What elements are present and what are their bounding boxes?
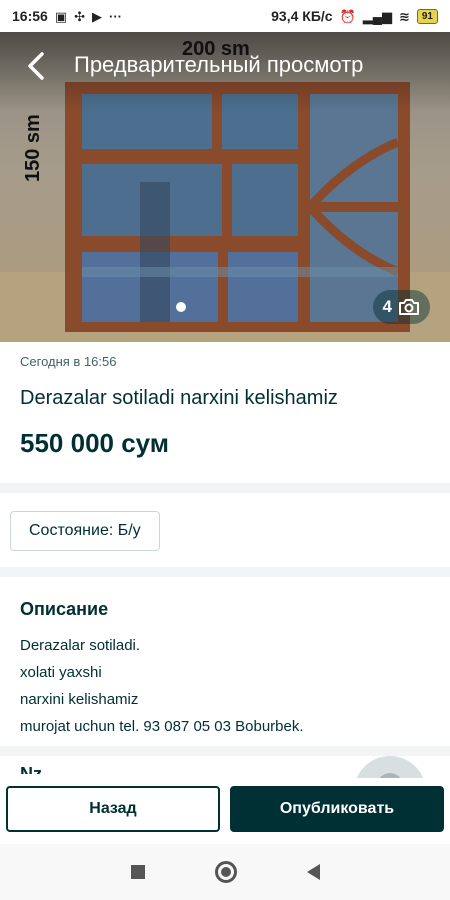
listing-photo[interactable]: 200 sm 150 sm Предварительный просмотр 4	[0, 32, 450, 342]
description-line: Derazalar sotiladi.	[20, 637, 141, 654]
seller-heading: Nz...	[20, 764, 58, 774]
sync-icon: ✣	[74, 8, 86, 24]
description-section: Описание Derazalar sotiladi. xolati yaxs…	[0, 577, 450, 740]
back-arrow-button[interactable]	[20, 48, 52, 84]
back-button[interactable]: Назад	[6, 786, 220, 832]
recents-icon[interactable]	[130, 865, 145, 879]
description-line: murojat uchun tel. 93 087 05 03 Boburbek…	[20, 718, 304, 735]
status-bar: 16:56 ▣ ✣ ▶ ··· 93,4 КБ/с ⏰ ▂▄▆ ≋ 91	[0, 0, 450, 32]
listing-date: Сегодня в 16:56	[20, 354, 117, 369]
more-dots-icon: ···	[109, 8, 123, 24]
status-time: 16:56	[12, 8, 48, 24]
camera-icon	[399, 299, 419, 315]
listing-content: Сегодня в 16:56 Derazalar sotiladi narxi…	[0, 342, 450, 756]
net-speed: 93,4 КБ/с	[271, 8, 333, 24]
home-icon[interactable]	[214, 861, 237, 883]
battery-icon: 91	[416, 8, 438, 24]
publish-button[interactable]: Опубликовать	[230, 786, 444, 832]
description-heading: Описание	[20, 599, 109, 619]
action-bar: Назад Опубликовать	[0, 778, 450, 844]
signal-icon: ▂▄▆	[362, 8, 392, 24]
photo-count-badge[interactable]: 4	[372, 290, 430, 324]
photo-count: 4	[382, 297, 392, 316]
listing-title: Derazalar sotiladi narxini kelishamiz	[20, 387, 338, 409]
divider	[0, 483, 450, 493]
screen-title: Предварительный просмотр	[74, 52, 364, 77]
wifi-icon: ≋	[398, 8, 410, 24]
divider	[0, 746, 450, 756]
carousel-indicator	[176, 302, 186, 312]
system-nav-bar	[0, 844, 450, 900]
chevron-left-icon	[28, 52, 44, 80]
sim-icon: ▣	[54, 8, 68, 24]
back-triangle-icon[interactable]	[306, 864, 320, 880]
params-list: Состояние: Б/у	[0, 493, 450, 567]
youtube-icon: ▶	[92, 8, 103, 24]
divider	[0, 567, 450, 577]
description-line: narxini kelishamiz	[20, 691, 139, 708]
description-line: xolati yaxshi	[20, 664, 102, 681]
alarm-icon: ⏰	[339, 8, 356, 24]
condition-tag: Состояние: Б/у	[10, 511, 160, 551]
listing-price: 550 000 сум	[20, 428, 170, 458]
photo-height-label: 150 sm	[22, 114, 44, 182]
